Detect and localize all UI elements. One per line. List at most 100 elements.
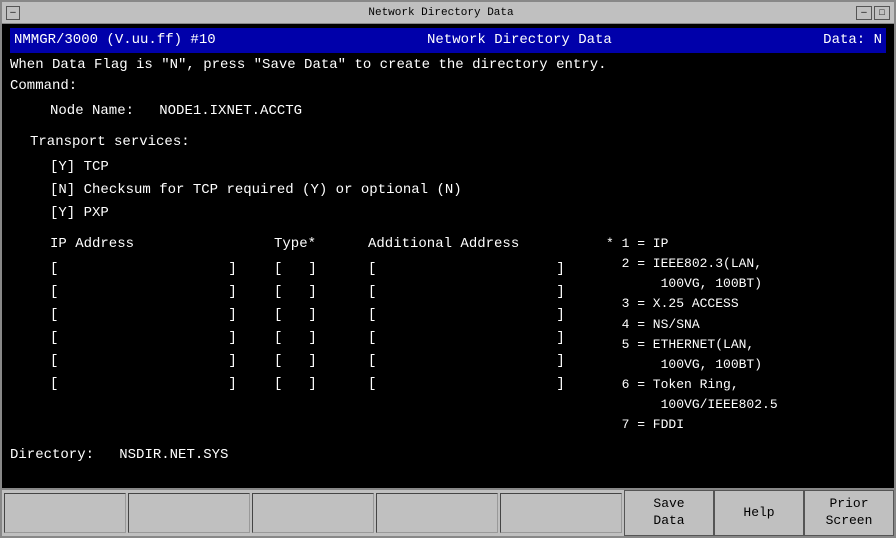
- type-input-2[interactable]: [282, 283, 308, 301]
- transport-item-pxp: [Y] PXP: [50, 203, 886, 224]
- add-input-6[interactable]: [376, 375, 556, 393]
- type-input-3[interactable]: [282, 306, 308, 324]
- type-header: Type*: [274, 234, 354, 255]
- add-row-5: [ ]: [368, 351, 588, 371]
- type-row-4: [ ]: [274, 328, 354, 348]
- header-bar: NMMGR/3000 (V.uu.ff) #10 Network Directo…: [10, 28, 886, 53]
- legend-line-9: 100VG/IEEE802.5: [606, 395, 778, 415]
- directory-line: Directory: NSDIR.NET.SYS: [10, 445, 886, 466]
- add-field-rows: [ ] [ ] [ ] [ ] [ ] [ ]: [368, 259, 588, 394]
- type-column: Type* [ ] [ ] [ ] [ ] [ ]: [274, 234, 354, 394]
- save-data-button[interactable]: Save Data: [624, 490, 714, 536]
- ip-input-4[interactable]: [58, 329, 228, 347]
- ip-address-header: IP Address: [50, 234, 260, 255]
- title-bar: ─ Network Directory Data ─ □: [2, 2, 894, 24]
- legend-line-4: 3 = X.25 ACCESS: [606, 294, 778, 314]
- system-menu-btn[interactable]: ─: [6, 6, 20, 20]
- minimize-btn[interactable]: ─: [856, 6, 872, 20]
- bottom-toolbar: Save Data Help Prior Screen: [2, 488, 894, 536]
- flag-box-pxp: [Y]: [50, 203, 75, 224]
- additional-address-header: Additional Address: [368, 234, 588, 255]
- type-row-6: [ ]: [274, 374, 354, 394]
- add-row-2: [ ]: [368, 282, 588, 302]
- flag-box-tcp: [Y]: [50, 157, 75, 178]
- title-bar-controls: ─: [6, 6, 20, 20]
- prior-screen-button[interactable]: Prior Screen: [804, 490, 894, 536]
- ip-row-2: [ ]: [50, 282, 260, 302]
- type-row-3: [ ]: [274, 305, 354, 325]
- type-input-4[interactable]: [282, 329, 308, 347]
- type-input-6[interactable]: [282, 375, 308, 393]
- transport-section: Transport services: [Y] TCP [N] Checksum…: [30, 132, 886, 224]
- legend-line-2: 2 = IEEE802.3(LAN,: [606, 254, 778, 274]
- window-title: Network Directory Data: [26, 7, 856, 19]
- ip-row-1: [ ]: [50, 259, 260, 279]
- window-frame: ─ Network Directory Data ─ □ NMMGR/3000 …: [0, 0, 896, 538]
- transport-tcp-desc: TCP: [84, 157, 109, 178]
- directory-label: Directory:: [10, 447, 94, 463]
- ip-input-6[interactable]: [58, 375, 228, 393]
- command-line: Command:: [10, 76, 886, 97]
- ip-input-2[interactable]: [58, 283, 228, 301]
- ip-row-6: [ ]: [50, 374, 260, 394]
- ip-input-5[interactable]: [58, 352, 228, 370]
- type-input-1[interactable]: [282, 260, 308, 278]
- add-row-3: [ ]: [368, 305, 588, 325]
- add-input-2[interactable]: [376, 283, 556, 301]
- transport-item-checksum: [N] Checksum for TCP required (Y) or opt…: [50, 180, 886, 201]
- additional-address-column: Additional Address [ ] [ ] [ ] [ ]: [368, 234, 588, 394]
- help-button[interactable]: Help: [714, 490, 804, 536]
- legend-line-1: * 1 = IP: [606, 234, 778, 254]
- type-input-5[interactable]: [282, 352, 308, 370]
- node-name-line: Node Name: NODE1.IXNET.ACCTG: [50, 101, 886, 122]
- ip-row-4: [ ]: [50, 328, 260, 348]
- legend-line-5: 4 = NS/SNA: [606, 315, 778, 335]
- node-label: Node Name:: [50, 103, 134, 119]
- transport-item-tcp: [Y] TCP: [50, 157, 886, 178]
- header-line: NMMGR/3000 (V.uu.ff) #10 Network Directo…: [14, 30, 882, 51]
- bottom-field-2[interactable]: [128, 493, 250, 533]
- bottom-input-area: [2, 490, 624, 536]
- add-input-5[interactable]: [376, 352, 556, 370]
- app-id: NMMGR/3000 (V.uu.ff) #10: [14, 30, 216, 51]
- ip-input-1[interactable]: [58, 260, 228, 278]
- ip-row-5: [ ]: [50, 351, 260, 371]
- type-row-1: [ ]: [274, 259, 354, 279]
- header-title: Network Directory Data: [427, 30, 612, 51]
- directory-value: NSDIR.NET.SYS: [119, 447, 228, 463]
- title-bar-right-controls: ─ □: [856, 6, 890, 20]
- legend-line-6: 5 = ETHERNET(LAN,: [606, 335, 778, 355]
- ip-field-rows: [ ] [ ] [ ] [ ] [ ] [ ]: [50, 259, 260, 394]
- ip-row-3: [ ]: [50, 305, 260, 325]
- transport-checksum-desc: Checksum for TCP required (Y) or optiona…: [84, 180, 462, 201]
- add-input-3[interactable]: [376, 306, 556, 324]
- legend-line-7: 100VG, 100BT): [606, 355, 778, 375]
- type-row-5: [ ]: [274, 351, 354, 371]
- info-line: When Data Flag is "N", press "Save Data"…: [10, 55, 886, 76]
- legend-line-8: 6 = Token Ring,: [606, 375, 778, 395]
- type-row-2: [ ]: [274, 282, 354, 302]
- bottom-field-1[interactable]: [4, 493, 126, 533]
- add-row-1: [ ]: [368, 259, 588, 279]
- ip-address-column: IP Address [ ] [ ] [ ] [ ] [ ]: [50, 234, 260, 394]
- transport-label: Transport services:: [30, 132, 886, 153]
- type-field-rows: [ ] [ ] [ ] [ ] [ ] [ ]: [274, 259, 354, 394]
- bottom-field-5[interactable]: [500, 493, 622, 533]
- ip-input-3[interactable]: [58, 306, 228, 324]
- bottom-field-4[interactable]: [376, 493, 498, 533]
- data-flag: Data: N: [823, 30, 882, 51]
- add-row-4: [ ]: [368, 328, 588, 348]
- legend-line-3: 100VG, 100BT): [606, 274, 778, 294]
- terminal-area: NMMGR/3000 (V.uu.ff) #10 Network Directo…: [2, 24, 894, 488]
- legend-line-10: 7 = FDDI: [606, 415, 778, 435]
- maximize-btn[interactable]: □: [874, 6, 890, 20]
- node-value: NODE1.IXNET.ACCTG: [159, 103, 302, 119]
- address-section: IP Address [ ] [ ] [ ] [ ] [ ]: [10, 234, 886, 435]
- bottom-field-3[interactable]: [252, 493, 374, 533]
- add-input-1[interactable]: [376, 260, 556, 278]
- transport-pxp-desc: PXP: [84, 203, 109, 224]
- legend-section: * 1 = IP 2 = IEEE802.3(LAN, 100VG, 100BT…: [606, 234, 778, 435]
- add-row-6: [ ]: [368, 374, 588, 394]
- flag-box-checksum: [N]: [50, 180, 75, 201]
- add-input-4[interactable]: [376, 329, 556, 347]
